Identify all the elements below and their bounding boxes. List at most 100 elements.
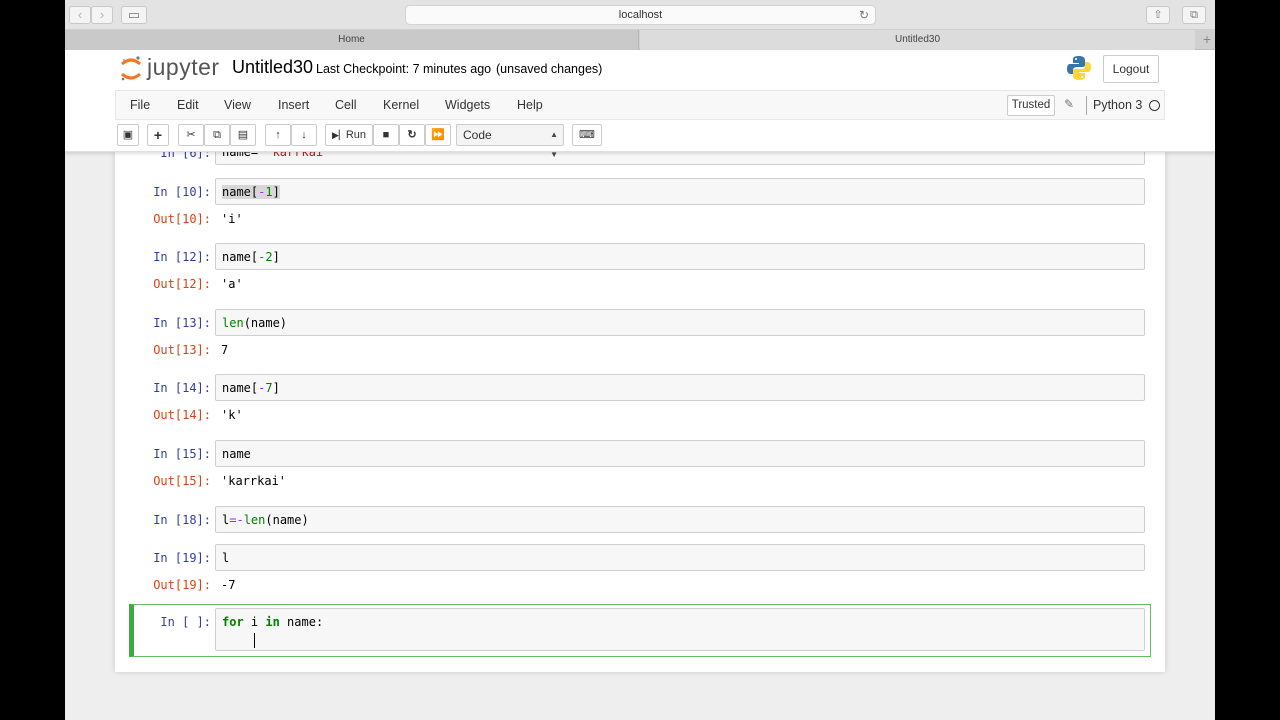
checkpoint-status: Last Checkpoint: 7 minutes ago (316, 62, 492, 76)
arrow-up-icon: ↑ (275, 129, 281, 141)
sidebar-icon: ▭ (127, 7, 141, 22)
url-text: localhost (618, 9, 663, 21)
cell-output: 7 (221, 343, 229, 357)
logout-button[interactable]: Logout (1103, 55, 1159, 83)
cell-code: for i in name: (222, 615, 324, 629)
restart-run-all-button[interactable]: ⏩ (425, 124, 451, 146)
plus-icon: + (153, 127, 163, 143)
share-icon: ⇧ (1153, 9, 1163, 21)
screen: ‹ › ▭ localhost ↻ ⇧ ⧉ Home Untitled30 + (65, 0, 1215, 720)
cell-input[interactable]: name[-2] (215, 243, 1145, 270)
save-icon: ▣ (122, 129, 134, 141)
menu-bar: File Edit View Insert Cell Kernel Widget… (115, 90, 1165, 120)
unsaved-status: (unsaved changes) (496, 62, 603, 76)
jupyter-header: jupyter Untitled30 Last Checkpoint: 7 mi… (65, 50, 1215, 159)
cell-input[interactable]: name[-1] (215, 178, 1145, 205)
output-prompt: Out[10]: (153, 212, 211, 226)
copy-icon: ⧉ (213, 129, 221, 141)
notebook-title[interactable]: Untitled30 (232, 57, 313, 78)
output-prompt: Out[12]: (153, 277, 211, 291)
cell-input[interactable]: l (215, 544, 1145, 571)
kernel-name: Python 3 (1093, 98, 1143, 112)
notebook-toolbar: ▣ + ✂ ⧉ ▤ ↑ ↓ ▶▏Run ■ ↻ ⏩ Code ▲ ▼ ⌨ (115, 124, 1165, 159)
browser-tab-untitled30[interactable]: Untitled30 (640, 30, 1195, 50)
browser-tab-label: Home (338, 34, 365, 45)
text-cursor (254, 633, 255, 648)
cut-button[interactable]: ✂ (178, 124, 204, 146)
run-label: Run (345, 129, 367, 141)
input-prompt: In [15]: (153, 447, 211, 461)
move-up-button[interactable]: ↑ (265, 124, 291, 146)
paste-button[interactable]: ▤ (230, 124, 256, 146)
run-icon: ▶▏ (331, 130, 346, 140)
menu-view[interactable]: View (224, 98, 251, 112)
input-prompt: In [12]: (153, 250, 211, 264)
input-prompt: In [10]: (153, 185, 211, 199)
cell-code: l=-len(name) (222, 513, 309, 527)
browser-tab-label: Untitled30 (894, 34, 941, 45)
input-prompt: In [13]: (153, 316, 211, 330)
cell-input[interactable]: name (215, 440, 1145, 467)
output-prompt: Out[13]: (153, 343, 211, 357)
sidebar-toggle-button[interactable]: ▭ (121, 6, 147, 24)
jupyter-logo-icon[interactable] (120, 55, 142, 83)
trusted-button[interactable]: Trusted (1007, 95, 1055, 116)
notebook-container: In [6]: name= 'karrkai' In [10]: name[-1… (115, 138, 1165, 672)
cell-code: name[-7] (222, 381, 280, 395)
python-logo-icon (1067, 56, 1091, 80)
output-prompt: Out[15]: (153, 474, 211, 488)
cell-output: 'i' (221, 212, 243, 226)
browser-toolbar: ‹ › ▭ localhost ↻ ⇧ ⧉ (65, 0, 1215, 30)
kernel-separator (1086, 96, 1087, 115)
cell-input[interactable]: l=-len(name) (215, 506, 1145, 533)
run-button[interactable]: ▶▏Run (325, 124, 373, 146)
new-tab-icon[interactable]: + (1203, 31, 1211, 47)
menu-kernel[interactable]: Kernel (383, 98, 419, 112)
input-prompt: In [19]: (153, 551, 211, 565)
save-button[interactable]: ▣ (117, 124, 139, 146)
arrow-down-icon: ↓ (301, 129, 307, 141)
jupyter-logo-text[interactable]: jupyter (147, 54, 220, 81)
browser-tab-bar: Home Untitled30 + (65, 30, 1215, 50)
cell-output: 'k' (221, 408, 243, 422)
cell-input[interactable]: for i in name: (215, 608, 1145, 651)
address-bar[interactable]: localhost ↻ (405, 5, 876, 25)
menu-help[interactable]: Help (517, 98, 543, 112)
cell-input[interactable]: len(name) (215, 309, 1145, 336)
cell-output: 'a' (221, 277, 243, 291)
cell-output: 'karrkai' (221, 474, 287, 488)
menu-edit[interactable]: Edit (177, 98, 199, 112)
insert-cell-button[interactable]: + (147, 124, 169, 146)
forward-button[interactable]: › (91, 6, 113, 24)
select-caret-icon: ▲ ▼ (550, 130, 558, 159)
menu-insert[interactable]: Insert (278, 98, 309, 112)
cell-code: l (222, 551, 230, 565)
cell-type-value: Code (463, 128, 492, 142)
restart-button[interactable]: ↻ (399, 124, 425, 146)
paste-icon: ▤ (237, 129, 249, 141)
fast-forward-icon: ⏩ (431, 129, 445, 141)
command-palette-button[interactable]: ⌨ (572, 124, 602, 146)
scissors-icon: ✂ (186, 129, 196, 141)
copy-button[interactable]: ⧉ (204, 124, 230, 146)
input-prompt: In [ ]: (160, 615, 211, 629)
restart-icon: ↻ (407, 129, 417, 141)
tabs-icon: ⧉ (1190, 9, 1198, 21)
reload-icon[interactable]: ↻ (859, 6, 869, 24)
menu-cell[interactable]: Cell (335, 98, 357, 112)
output-prompt: Out[19]: (153, 578, 211, 592)
cell-code: name[-1] (222, 185, 280, 199)
browser-tab-home[interactable]: Home (65, 30, 639, 50)
cell-code: len(name) (222, 316, 288, 330)
cell-input[interactable]: name[-7] (215, 374, 1145, 401)
share-button[interactable]: ⇧ (1146, 6, 1170, 24)
menu-widgets[interactable]: Widgets (445, 98, 490, 112)
move-down-button[interactable]: ↓ (291, 124, 317, 146)
interrupt-button[interactable]: ■ (373, 124, 399, 146)
input-prompt: In [14]: (153, 381, 211, 395)
show-tabs-button[interactable]: ⧉ (1182, 6, 1206, 24)
back-button[interactable]: ‹ (69, 6, 91, 24)
cell-type-select[interactable]: Code ▲ ▼ (456, 124, 564, 159)
keyboard-icon: ⌨ (579, 129, 595, 141)
menu-file[interactable]: File (130, 98, 150, 112)
